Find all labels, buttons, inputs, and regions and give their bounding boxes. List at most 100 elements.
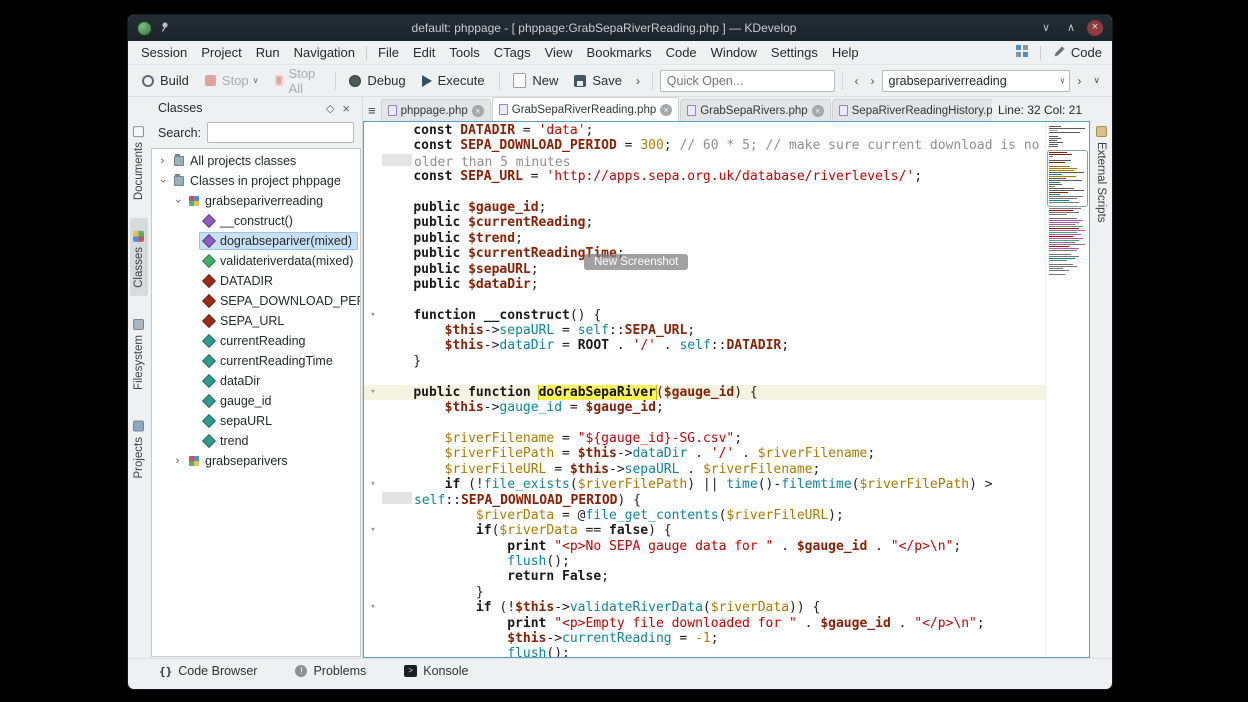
code-line[interactable]: public $currentReadingTime;: [364, 246, 1045, 261]
fold-marker-icon[interactable]: [364, 600, 382, 615]
editor[interactable]: const DATADIR = 'data'; const SEPA_DOWNL…: [363, 121, 1090, 658]
code-line[interactable]: const SEPA_DOWNLOAD_PERIOD = 300; // 60 …: [364, 138, 1045, 153]
save-expand-chevron-icon[interactable]: ›: [631, 72, 645, 90]
fold-marker-icon[interactable]: [364, 523, 382, 538]
execute-button[interactable]: Execute: [415, 69, 492, 92]
sidebar-tab-projects[interactable]: Projects: [130, 408, 148, 487]
menu-item-project[interactable]: Project: [194, 43, 248, 62]
next-item-chevron-icon[interactable]: ›: [866, 72, 880, 90]
code-line[interactable]: $this->sepaURL = self::SEPA_URL;: [364, 323, 1045, 338]
sidebar-tab-external-scripts[interactable]: External Scripts: [1092, 113, 1110, 231]
code-line[interactable]: function __construct() {: [364, 308, 1045, 323]
code-line[interactable]: print "<p>Empty file downloaded for " . …: [364, 616, 1045, 631]
code-line[interactable]: $riverFilename = "${gauge_id}-SG.csv";: [364, 431, 1045, 446]
tree-item-validateriverdata-mixed[interactable]: validateriverdata(mixed): [152, 251, 360, 271]
tree-item-gauge-id[interactable]: gauge_id: [152, 391, 360, 411]
toolview-problems[interactable]: Problems: [290, 662, 371, 680]
new-button[interactable]: New: [506, 69, 565, 92]
expander-icon[interactable]: [171, 195, 184, 207]
tree-item-sepa-url[interactable]: SEPA_URL: [152, 311, 360, 331]
code-line[interactable]: if (!file_exists($riverFilePath) || time…: [364, 477, 1045, 492]
expander-icon[interactable]: [156, 155, 169, 167]
code-line[interactable]: flush();: [364, 646, 1045, 657]
toolview-code-browser[interactable]: Code Browser: [154, 662, 262, 680]
editor-tab-phppage-php[interactable]: phppage.php: [381, 99, 491, 121]
minimap-viewport[interactable]: [1047, 150, 1088, 207]
code-line[interactable]: $this->currentReading = -1;: [364, 631, 1045, 646]
quick-open-input[interactable]: [660, 70, 835, 92]
fold-marker-icon[interactable]: [364, 308, 382, 323]
search-dropdown-icon[interactable]: ∨: [1060, 76, 1066, 85]
detach-panel-icon[interactable]: ◇: [322, 102, 338, 115]
classes-search-input[interactable]: [207, 122, 354, 143]
code-line[interactable]: [364, 369, 1045, 384]
code-line[interactable]: [364, 415, 1045, 430]
tree-item-grabseparivers[interactable]: grabseparivers: [152, 451, 360, 471]
debug-button[interactable]: Debug: [342, 69, 412, 92]
code-line[interactable]: older than 5 minutes: [364, 154, 1045, 169]
toolbar-menu-down-icon[interactable]: ∨: [1088, 73, 1105, 88]
tree-item-all-projects-classes[interactable]: All projects classes: [152, 151, 360, 171]
code-line[interactable]: }: [364, 354, 1045, 369]
maximize-icon[interactable]: ∧: [1062, 19, 1080, 37]
code-line[interactable]: self::SEPA_DOWNLOAD_PERIOD) {: [364, 492, 1045, 507]
tab-close-icon[interactable]: [472, 105, 484, 117]
code-line[interactable]: if (!$this->validateRiverData($riverData…: [364, 600, 1045, 615]
menu-item-file[interactable]: File: [371, 43, 406, 62]
code-line[interactable]: public $sepaURL;: [364, 262, 1045, 277]
stop-button[interactable]: Stop∨: [198, 69, 266, 92]
code-line[interactable]: public $trend;: [364, 231, 1045, 246]
code-line[interactable]: $riverFileURL = $this->sepaURL . $riverF…: [364, 462, 1045, 477]
stop-all-button[interactable]: Stop All: [268, 62, 328, 100]
code-line[interactable]: return False;: [364, 569, 1045, 584]
build-button[interactable]: Build: [135, 69, 196, 92]
tree-item-trend[interactable]: trend: [152, 431, 360, 451]
tree-item-sepa-download-period[interactable]: SEPA_DOWNLOAD_PERIOD: [152, 291, 360, 311]
code-line[interactable]: [364, 185, 1045, 200]
pin-icon[interactable]: [159, 21, 171, 36]
code-line[interactable]: $this->gauge_id = $gauge_id;: [364, 400, 1045, 415]
sidebar-tab-filesystem[interactable]: Filesystem: [130, 306, 148, 398]
tab-close-icon[interactable]: [812, 105, 824, 117]
area-switcher-grid-icon[interactable]: [1016, 45, 1028, 60]
fold-marker-icon[interactable]: [364, 385, 382, 400]
search-input[interactable]: [883, 74, 1056, 88]
expander-icon[interactable]: [171, 455, 184, 467]
menu-item-help[interactable]: Help: [825, 43, 866, 62]
code-area[interactable]: const DATADIR = 'data'; const SEPA_DOWNL…: [364, 122, 1045, 657]
code-line[interactable]: $riverFilePath = $this->dataDir . '/' . …: [364, 446, 1045, 461]
code-line[interactable]: public $currentReading;: [364, 215, 1045, 230]
menu-item-ctags[interactable]: CTags: [487, 43, 538, 62]
tree-item-construct[interactable]: __construct(): [152, 211, 360, 231]
code-line[interactable]: $this->dataDir = ROOT . '/' . self::DATA…: [364, 338, 1045, 353]
menu-item-view[interactable]: View: [538, 43, 580, 62]
tree-item-classes-in-project-phppage[interactable]: Classes in project phppage: [152, 171, 360, 191]
toolbar-overflow-chevron-icon[interactable]: ›: [1072, 72, 1086, 90]
editor-tab-grabsepariverreading-php[interactable]: GrabSepaRiverReading.php: [492, 97, 679, 121]
code-line[interactable]: public $dataDir;: [364, 277, 1045, 292]
tree-item-sepaurl[interactable]: sepaURL: [152, 411, 360, 431]
code-line[interactable]: public function doGrabSepaRiver($gauge_i…: [364, 385, 1045, 400]
minimize-icon[interactable]: ∨: [1037, 19, 1055, 37]
tree-item-currentreading[interactable]: currentReading: [152, 331, 360, 351]
tree-item-dograbsepariver-mixed[interactable]: dograbsepariver(mixed): [152, 231, 360, 251]
expander-icon[interactable]: [156, 175, 169, 187]
editor-tab-grabseparivers-php[interactable]: GrabSepaRivers.php: [680, 99, 830, 121]
menu-item-bookmarks[interactable]: Bookmarks: [580, 43, 659, 62]
menu-item-session[interactable]: Session: [134, 43, 194, 62]
menu-item-run[interactable]: Run: [249, 43, 287, 62]
code-line[interactable]: }: [364, 585, 1045, 600]
close-panel-icon[interactable]: ×: [338, 101, 354, 116]
menu-item-settings[interactable]: Settings: [764, 43, 825, 62]
save-button[interactable]: Save: [567, 69, 629, 92]
code-line[interactable]: if($riverData == false) {: [364, 523, 1045, 538]
minimap[interactable]: [1045, 122, 1089, 657]
code-line[interactable]: $riverData = @file_get_contents($riverFi…: [364, 508, 1045, 523]
code-area-button[interactable]: Code: [1053, 45, 1102, 61]
code-line[interactable]: const DATADIR = 'data';: [364, 123, 1045, 138]
tree-item-datadir[interactable]: dataDir: [152, 371, 360, 391]
titlebar[interactable]: default: phppage - [ phppage:GrabSepaRiv…: [128, 15, 1112, 41]
code-line[interactable]: print "<p>No SEPA gauge data for " . $ga…: [364, 539, 1045, 554]
code-line[interactable]: [364, 292, 1045, 307]
code-line[interactable]: const SEPA_URL = 'http://apps.sepa.org.u…: [364, 169, 1045, 184]
